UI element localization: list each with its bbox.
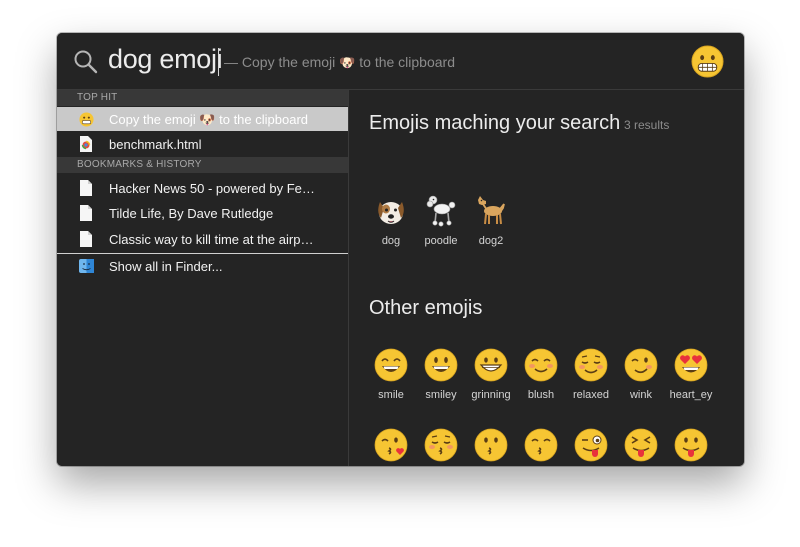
emoji-name: smile xyxy=(378,389,404,401)
result-label: benchmark.html xyxy=(109,137,202,152)
emoji-name: blush xyxy=(527,389,555,401)
emoji-name: grinning xyxy=(471,389,511,401)
poodle-icon xyxy=(426,195,456,227)
finder-icon xyxy=(79,259,94,273)
heart-eyes-icon xyxy=(674,348,708,382)
smile-icon xyxy=(374,348,408,382)
document-icon xyxy=(80,205,92,221)
bookmark-item[interactable]: Hacker News 50 - powered by Fe… xyxy=(57,176,348,200)
grimacing-small-icon xyxy=(79,112,94,127)
section-header-top-hit: TOP HIT xyxy=(57,90,348,106)
bookmark-item[interactable]: Classic way to kill time at the airp… xyxy=(57,227,348,251)
bookmark-label: Tilde Life, By Dave Rutledge xyxy=(109,206,274,221)
stuck-out-tongue-wink-icon xyxy=(574,428,608,462)
relaxed-icon xyxy=(574,348,608,382)
emoji-poodle[interactable]: poodle xyxy=(416,194,466,256)
emoji-preview-pane: Emojis maching your search 3 results dog xyxy=(349,90,744,466)
emoji-kissing-heart[interactable]: kissing_h xyxy=(366,428,416,466)
emoji-smile[interactable]: smile xyxy=(366,348,416,410)
emoji-kissing-closed-eyes[interactable]: kissing_c xyxy=(416,428,466,466)
other-emojis-title: Other emojis xyxy=(369,297,483,319)
emoji-stuck-out-tongue-wink[interactable]: stuck_ou xyxy=(566,428,616,466)
kissing-heart-icon xyxy=(374,428,408,462)
dog-icon xyxy=(478,196,505,225)
emoji-name: dog xyxy=(381,235,401,247)
emoji-wink[interactable]: wink xyxy=(616,348,666,410)
document-icon xyxy=(80,231,92,247)
emoji-dog[interactable]: dog xyxy=(366,194,416,256)
emoji-name: heart_ey xyxy=(669,389,713,401)
wink-icon xyxy=(624,348,658,382)
search-bar[interactable]: dog emoji — Copy the emoji 🐶 to the clip… xyxy=(57,33,744,90)
emoji-stuck-out-tongue[interactable]: stuck_ou xyxy=(666,428,716,466)
emoji-blush[interactable]: blush xyxy=(516,348,566,410)
emoji-kissing[interactable]: kissing xyxy=(466,428,516,466)
show-all-label: Show all in Finder... xyxy=(109,259,223,274)
emoji-grinning[interactable]: grinning xyxy=(466,348,516,410)
hint-prefix: — Copy the emoji xyxy=(224,54,340,70)
emoji-name: dog2 xyxy=(478,235,504,247)
hint-suffix: to the clipboard xyxy=(355,54,455,70)
matching-title: Emojis maching your search xyxy=(369,112,621,134)
html-document-icon xyxy=(80,136,92,152)
show-all-in-finder[interactable]: Show all in Finder... xyxy=(57,254,348,278)
emoji-kissing-smiling-eyes[interactable]: kissing_s xyxy=(516,428,566,466)
stuck-out-tongue-icon xyxy=(674,428,708,462)
bookmark-label: Classic way to kill time at the airp… xyxy=(109,232,314,247)
emoji-name: poodle xyxy=(424,235,458,247)
blush-icon xyxy=(524,348,558,382)
dog-face-icon xyxy=(378,202,404,224)
stuck-out-tongue-closed-eyes-icon xyxy=(624,428,658,462)
emoji-stuck-out-tongue-closed-eyes[interactable]: stuck_ou xyxy=(616,428,666,466)
spotlight-window: dog emoji — Copy the emoji 🐶 to the clip… xyxy=(57,33,744,466)
bookmark-item[interactable]: Tilde Life, By Dave Rutledge xyxy=(57,201,348,225)
emoji-name: wink xyxy=(629,389,652,401)
grinning-icon xyxy=(474,348,508,382)
result-count: 3 results xyxy=(624,118,670,132)
emoji-name: smiley xyxy=(425,389,457,401)
kissing-smiling-eyes-icon xyxy=(524,428,558,462)
emoji-smiley[interactable]: smiley xyxy=(416,348,466,410)
result-label: Copy the emoji 🐶 to the clipboard xyxy=(109,112,309,127)
section-header-bookmarks: BOOKMARKS & HISTORY xyxy=(57,157,348,173)
search-icon xyxy=(74,50,98,74)
text-caret xyxy=(218,48,219,76)
bookmark-label: Hacker News 50 - powered by Fe… xyxy=(109,181,315,196)
emoji-heart-eyes[interactable]: heart_ey xyxy=(666,348,716,410)
search-input[interactable]: dog emoji xyxy=(108,44,223,75)
kissing-closed-eyes-icon xyxy=(424,428,458,462)
emoji-dog2[interactable]: dog2 xyxy=(466,194,516,256)
grimacing-emoji-icon xyxy=(691,45,724,78)
smiley-icon xyxy=(424,348,458,382)
document-icon xyxy=(80,180,92,196)
result-top-hit[interactable]: Copy the emoji 🐶 to the clipboard xyxy=(57,107,348,131)
results-list: TOP HIT Copy the emoji 🐶 to the clipboar… xyxy=(57,90,348,466)
hint-dog-emoji: 🐶 xyxy=(339,55,356,70)
kissing-icon xyxy=(474,428,508,462)
result-benchmark-file[interactable]: benchmark.html xyxy=(57,132,348,156)
emoji-relaxed[interactable]: relaxed xyxy=(566,348,616,410)
emoji-name: relaxed xyxy=(572,389,610,401)
search-hint: — Copy the emoji 🐶 to the clipboard xyxy=(224,54,455,71)
